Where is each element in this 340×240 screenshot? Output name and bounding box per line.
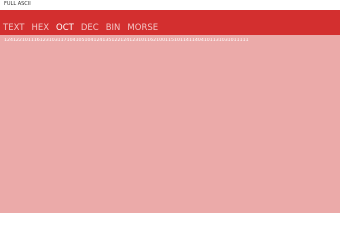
tab-text[interactable]: TEXT bbox=[3, 23, 24, 33]
output-area[interactable]: 1241221011161231031171041051041241351221… bbox=[0, 35, 340, 213]
tab-bar: TEXT HEX OCT DEC BIN MORSE bbox=[3, 22, 165, 34]
tab-hex[interactable]: HEX bbox=[31, 23, 49, 33]
title-bar: FULL ASCII bbox=[0, 0, 340, 10]
app-window: FULL ASCII TEXT HEX OCT DEC BIN MORSE 12… bbox=[0, 0, 340, 213]
tab-morse[interactable]: MORSE bbox=[127, 23, 158, 33]
tab-dec[interactable]: DEC bbox=[81, 23, 99, 33]
tab-oct[interactable]: OCT bbox=[56, 23, 74, 33]
window-title: FULL ASCII bbox=[4, 1, 31, 7]
tab-bin[interactable]: BIN bbox=[106, 23, 121, 33]
octal-output-text[interactable]: 1241221011161231031171041051041241351221… bbox=[4, 38, 334, 44]
